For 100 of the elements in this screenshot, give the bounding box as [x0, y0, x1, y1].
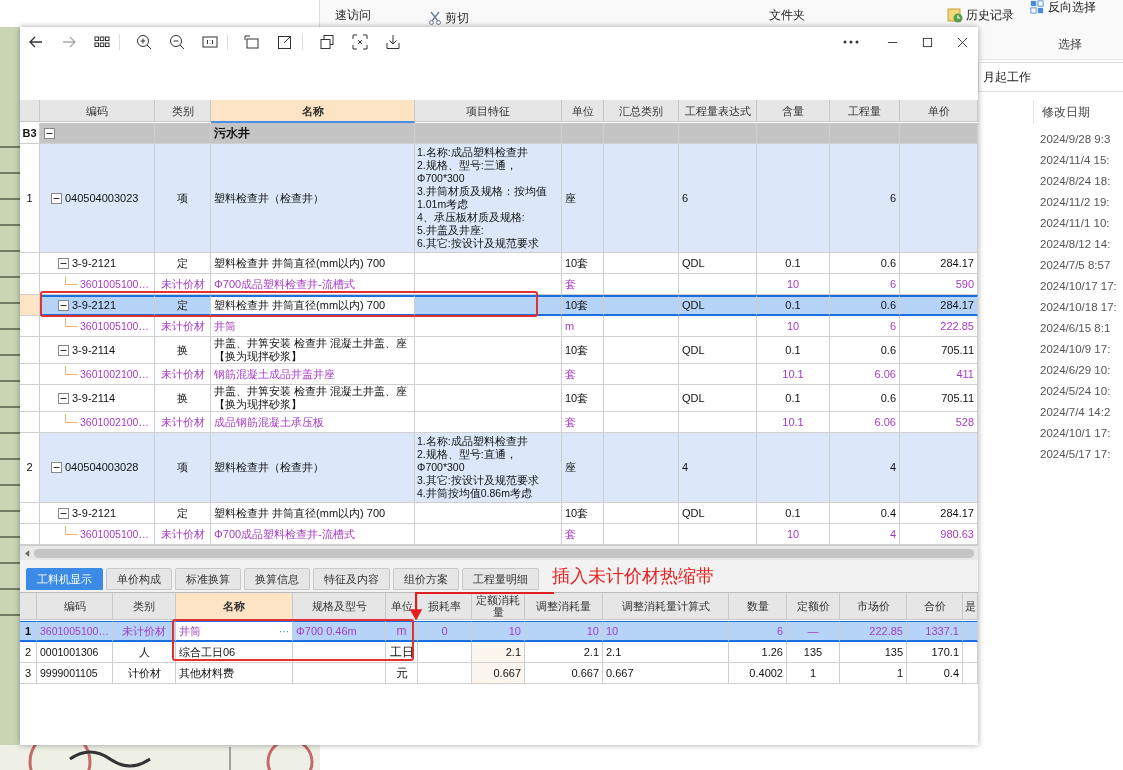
file-date: 2024/5/24 10: [1040, 384, 1112, 399]
file-date: 2024/7/4 14:2 [1040, 405, 1112, 420]
collapse-icon[interactable] [58, 257, 69, 269]
table-cell: 0.6 [830, 385, 900, 412]
tab[interactable]: 工程量明细 [462, 568, 539, 590]
scrollbar-thumb[interactable] [34, 548, 974, 558]
more-icon[interactable] [843, 40, 859, 44]
table-cell: 1 [787, 663, 840, 684]
crop-icon[interactable] [352, 34, 368, 50]
invert-selection-label[interactable]: 反向选择 [1048, 0, 1096, 16]
history-label[interactable]: 历史记录 [966, 6, 1014, 24]
table-cell: 0.667 [525, 663, 603, 684]
horizontal-scrollbar[interactable] [20, 545, 978, 560]
column-header: 调整消耗量 [525, 593, 603, 620]
table-cell: 塑料检查井 井筒直径(mm以内) 700 [211, 503, 415, 524]
back-arrow-icon[interactable] [28, 34, 44, 50]
ellipsis-button[interactable]: ··· [279, 624, 289, 638]
table-cell: 1.26 [729, 642, 787, 663]
collapse-icon[interactable] [44, 127, 55, 139]
table-cell: 未计价材 [113, 621, 176, 642]
table-cell: 4 [830, 433, 900, 503]
quick-access-label[interactable]: 速访问 [335, 6, 371, 24]
table-cell [830, 123, 900, 144]
item-code: 3601002100… [80, 415, 149, 429]
table-row[interactable]: 3-9-2114 换 井盖、井箅安装 检查井 混凝土井盖、座【换为现拌砂浆】 10套 QDL 0.1 0.6 705.11 [20, 337, 978, 364]
table-cell: 0 [418, 621, 472, 642]
table-cell: 170.1 [907, 642, 963, 663]
actual-size-icon[interactable] [202, 34, 218, 50]
table-cell: — [787, 621, 840, 642]
scissors-icon[interactable] [428, 11, 442, 25]
table-cell: 0001001306 [37, 642, 113, 663]
table-cell: 套 [562, 364, 604, 385]
table-cell: 10套 [562, 337, 604, 364]
close-icon[interactable] [957, 36, 968, 48]
table-row[interactable]: 3601005100… 未计价材 井筒 m 10 6 222.85 [20, 316, 978, 337]
rotate-icon[interactable] [244, 34, 260, 50]
table-row[interactable]: B3 污水井 [20, 123, 978, 144]
table-row[interactable]: 3-9-2121 定 塑料检查井 井筒直径(mm以内) 700 10套 QDL 0.1 0.6 284.17 [20, 253, 978, 274]
table-row[interactable]: 1 3601005100… 未计价材 井筒 ··· Φ700 0.46m m 0 10 10 10 6 — 222.85 1337.1 [20, 621, 978, 642]
new-folder-label[interactable]: 文件夹 [769, 6, 805, 24]
table-cell: 定 [155, 503, 211, 524]
tab[interactable]: 特征及内容 [313, 568, 390, 590]
row-number: 2 [20, 642, 37, 663]
table-cell [155, 123, 211, 144]
column-header: 定额价 [787, 593, 840, 620]
table-cell: 0.1 [757, 253, 830, 274]
column-header[interactable]: 修改日期 [1033, 100, 1090, 124]
table-cell: 座 [562, 433, 604, 503]
tab[interactable]: 工料机显示 [26, 568, 103, 590]
table-cell: 411 [900, 364, 978, 385]
table-cell: 6.06 [830, 364, 900, 385]
tab[interactable]: 标准换算 [175, 568, 241, 590]
table-row[interactable]: 3-9-2121 定 塑料检查井 井筒直径(mm以内) 700 10套 QDL 0.1 0.6 284.17 [20, 295, 978, 316]
column-header: 编码 [37, 593, 113, 620]
table-cell: m [562, 316, 604, 337]
file-date: 2024/7/5 8:57 [1040, 258, 1112, 273]
collapse-icon[interactable] [58, 344, 69, 356]
table-row[interactable]: 3601002100… 未计价材 钢筋混凝土成品井盖井座 套 10.1 6.06 411 [20, 364, 978, 385]
table-cell: m [386, 621, 418, 642]
tab[interactable]: 单价构成 [106, 568, 172, 590]
scroll-left-icon[interactable] [25, 549, 30, 557]
download-icon[interactable] [385, 34, 401, 50]
table-row[interactable]: 2 0001001306 人 综合工日06 工日 2.1 2.1 2.1 1.26 135 135 170.1 [20, 642, 978, 663]
annotation-text: 插入未计价材热缩带 [552, 565, 714, 588]
edit-icon[interactable] [277, 34, 293, 50]
table-cell: 井盖、井箅安装 检查井 混凝土井盖、座【换为现拌砂浆】 [211, 385, 415, 412]
table-cell: 0.667 [472, 663, 525, 684]
tab[interactable]: 组价方案 [393, 568, 459, 590]
address-bar[interactable]: 月起工作 [978, 62, 1123, 92]
table-cell: QDL [679, 385, 757, 412]
collapse-icon[interactable] [58, 507, 69, 519]
cut-label[interactable]: 剪切 [445, 9, 469, 27]
table-cell [963, 621, 978, 642]
table-row[interactable]: 3-9-2121 定 塑料检查井 井筒直径(mm以内) 700 10套 QDL 0.1 0.4 284.17 [20, 503, 978, 524]
column-header: 编码 [40, 100, 155, 122]
table-row[interactable]: 3 9999001105 计价材 其他材料费 元 0.667 0.667 0.667 0.4002 1 1 0.4 [20, 663, 978, 684]
table-row[interactable]: 1 040504003023 项 塑料检查井（检查井） 1.名称:成品塑料检查井 2.规格、型号:三通， Φ700*300 3.井筒材质及规格：按均值 1.01m考虑 4、承压板材质及规格: 5.井盖及井座: 6.其它:按设计及规范要求 座 6 6 [20, 144, 978, 253]
table-cell: 塑料检查井 井筒直径(mm以内) 700 [211, 253, 415, 274]
zoom-out-icon[interactable] [169, 34, 185, 50]
collapse-icon[interactable] [51, 192, 62, 204]
maximize-icon[interactable] [922, 36, 933, 48]
copy-icon[interactable] [319, 34, 335, 50]
collapse-icon[interactable] [51, 462, 62, 473]
file-date: 2024/8/12 14: [1040, 237, 1112, 252]
history-icon[interactable] [947, 7, 963, 23]
table-cell: 284.17 [900, 503, 978, 524]
table-cell: 222.85 [840, 621, 907, 642]
table-cell: 综合工日06 [176, 642, 293, 663]
collapse-icon[interactable] [58, 392, 69, 404]
tab[interactable]: 换算信息 [244, 568, 310, 590]
table-row[interactable]: 2 040504003028 项 塑料检查井（检查井） 1.名称:成品塑料检查井 2.规格、型号:直通， Φ700*300 3.其它:按设计及规范要求 4.井筒按均值0.86m考虑 座 4 4 [20, 433, 978, 503]
column-header: 含量 [757, 100, 830, 122]
grid-icon[interactable] [94, 34, 110, 50]
invert-selection-icon[interactable] [1030, 0, 1044, 14]
item-code: 3-9-2121 [72, 256, 117, 270]
table-row[interactable]: 3-9-2114 换 井盖、井箅安装 检查井 混凝土井盖、座【换为现拌砂浆】 10套 QDL 0.1 0.6 705.11 [20, 385, 978, 412]
table-cell: 0.4 [907, 663, 963, 684]
zoom-in-icon[interactable] [136, 34, 152, 50]
collapse-icon[interactable] [58, 300, 69, 311]
file-date: 2024/10/18 17: [1040, 300, 1118, 315]
